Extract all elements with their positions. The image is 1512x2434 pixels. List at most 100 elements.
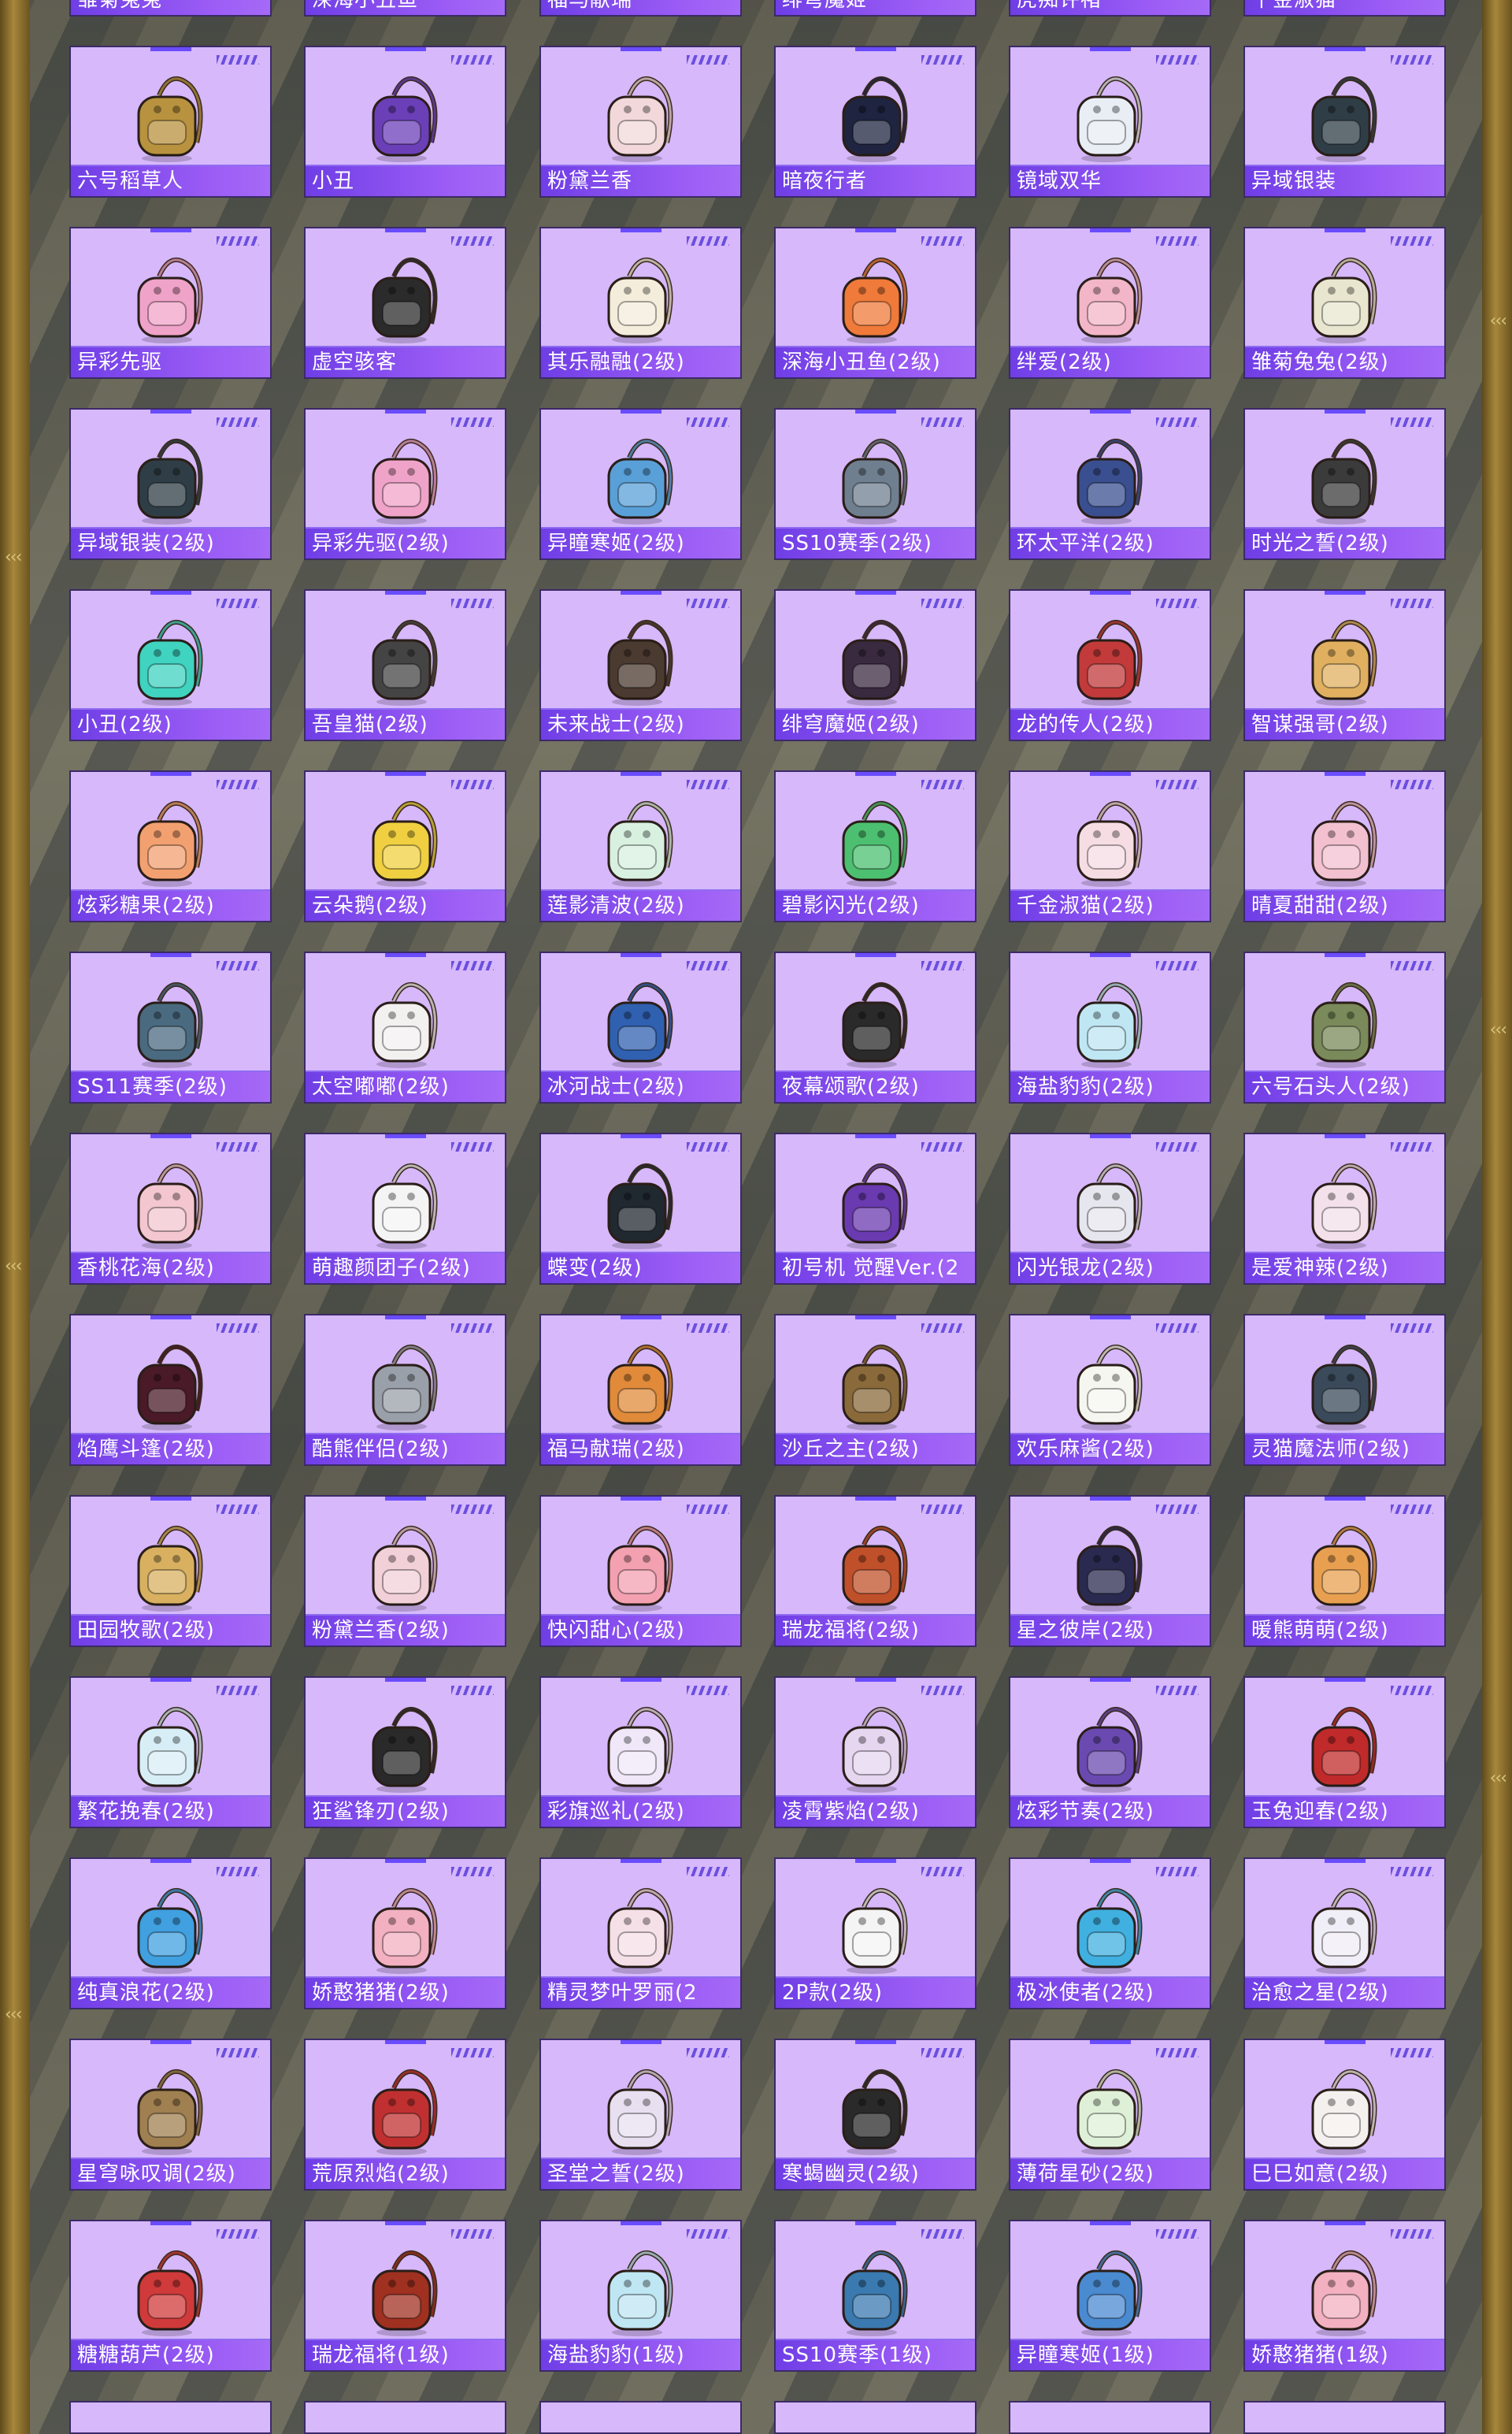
backpack-icon [128, 1521, 214, 1616]
backpack-name-label: 娇憨猪猪(1级) [1245, 2340, 1444, 2370]
backpack-card[interactable]: 凌霄紫焰(2级) [774, 1676, 976, 1828]
backpack-card[interactable]: 寒蝎幽灵(2级) [774, 2039, 976, 2191]
backpack-card[interactable]: 荒原烈焰(2级) [304, 2039, 506, 2191]
backpack-card-partial[interactable] [1009, 2401, 1211, 2434]
backpack-card[interactable]: 龙的传人(2级) [1009, 589, 1211, 741]
backpack-card[interactable]: 闪光银龙(2级) [1009, 1133, 1211, 1285]
backpack-card[interactable]: 异瞳寒姬(1级) [1009, 2220, 1211, 2372]
backpack-card[interactable]: 欢乐麻酱(2级) [1009, 1314, 1211, 1466]
backpack-card[interactable]: 星之彼岸(2级) [1009, 1495, 1211, 1647]
backpack-card[interactable]: 娇憨猪猪(2级) [304, 1857, 506, 2009]
backpack-card[interactable]: 六号石头人(2级) [1243, 952, 1446, 1104]
backpack-card[interactable]: 未来战士(2级) [539, 589, 742, 741]
backpack-card[interactable]: 瑞龙福将(2级) [774, 1495, 976, 1647]
backpack-card[interactable]: 异域银装 [1243, 46, 1446, 198]
backpack-card[interactable]: 深海小丑鱼 [304, 0, 506, 17]
backpack-card[interactable]: 时光之誓(2级) [1243, 408, 1446, 560]
backpack-card[interactable]: 千金淑猫 [1243, 0, 1446, 17]
backpack-card[interactable]: 异彩先驱(2级) [304, 408, 506, 560]
backpack-card[interactable]: 萌趣颜团子(2级) [304, 1133, 506, 1285]
backpack-card[interactable]: 海盐豹豹(2级) [1009, 952, 1211, 1104]
backpack-card-partial[interactable] [774, 2401, 976, 2434]
backpack-card[interactable]: 小丑 [304, 46, 506, 198]
backpack-card[interactable]: 星穹咏叹调(2级) [69, 2039, 272, 2191]
backpack-card[interactable]: 糖糖葫芦(2级) [69, 2220, 272, 2372]
backpack-card[interactable]: 焰鹰斗篷(2级) [69, 1314, 272, 1466]
backpack-card[interactable]: 暖熊萌萌(2级) [1243, 1495, 1446, 1647]
backpack-card[interactable]: 粉黛兰香(2级) [304, 1495, 506, 1647]
backpack-card[interactable]: 海盐豹豹(1级) [539, 2220, 742, 2372]
backpack-card[interactable]: 异彩先驱 [69, 227, 272, 379]
backpack-card[interactable]: 云朵鹅(2级) [304, 770, 506, 922]
backpack-card[interactable]: 圣堂之誓(2级) [539, 2039, 742, 2191]
backpack-card-partial[interactable] [1243, 2401, 1446, 2434]
backpack-card[interactable]: 彩旗巡礼(2级) [539, 1676, 742, 1828]
backpack-card[interactable]: 福马献瑞 [539, 0, 742, 17]
backpack-card[interactable]: 吾皇猫(2级) [304, 589, 506, 741]
backpack-card[interactable]: 酷熊伴侣(2级) [304, 1314, 506, 1466]
card-top-accent [1325, 953, 1366, 957]
backpack-icon [1067, 434, 1154, 529]
backpack-card[interactable]: 香桃花海(2级) [69, 1133, 272, 1285]
backpack-card[interactable]: 快闪甜心(2级) [539, 1495, 742, 1647]
backpack-card-partial[interactable] [304, 2401, 506, 2434]
backpack-card[interactable]: SS11赛季(2级) [69, 952, 272, 1104]
backpack-card[interactable]: 深海小丑鱼(2级) [774, 227, 976, 379]
backpack-card[interactable]: 绯穹魔姬 [774, 0, 976, 17]
backpack-card[interactable]: 智谋强哥(2级) [1243, 589, 1446, 741]
backpack-card[interactable]: SS10赛季(1级) [774, 2220, 976, 2372]
backpack-card[interactable]: 极冰使者(2级) [1009, 1857, 1211, 2009]
backpack-card[interactable]: 初号机 觉醒Ver.(2 [774, 1133, 976, 1285]
backpack-card[interactable]: 炫彩糖果(2级) [69, 770, 272, 922]
backpack-icon [1302, 1521, 1388, 1616]
backpack-card[interactable]: 灵猫魔法师(2级) [1243, 1314, 1446, 1466]
backpack-card[interactable]: 环太平洋(2级) [1009, 408, 1211, 560]
backpack-card[interactable]: 是爱神辣(2级) [1243, 1133, 1446, 1285]
backpack-card[interactable]: 绊爱(2级) [1009, 227, 1211, 379]
backpack-card[interactable]: 异瞳寒姬(2级) [539, 408, 742, 560]
backpack-card[interactable]: 巳巳如意(2级) [1243, 2039, 1446, 2191]
backpack-card[interactable]: 虚空骇客 [304, 227, 506, 379]
backpack-card[interactable]: 小丑(2级) [69, 589, 272, 741]
backpack-card[interactable]: 沙丘之主(2级) [774, 1314, 976, 1466]
backpack-card[interactable]: 绯穹魔姬(2级) [774, 589, 976, 741]
backpack-card[interactable]: SS10赛季(2级) [774, 408, 976, 560]
backpack-card[interactable]: 蝶变(2级) [539, 1133, 742, 1285]
backpack-card[interactable]: 碧影闪光(2级) [774, 770, 976, 922]
backpack-card[interactable]: 娇憨猪猪(1级) [1243, 2220, 1446, 2372]
backpack-name-label: 碧影闪光(2级) [776, 891, 975, 921]
backpack-card[interactable]: 晴夏甜甜(2级) [1243, 770, 1446, 922]
backpack-card[interactable]: 镜域双华 [1009, 46, 1211, 198]
backpack-card[interactable]: 玉兔迎春(2级) [1243, 1676, 1446, 1828]
backpack-card-partial[interactable] [69, 2401, 272, 2434]
backpack-card[interactable]: 治愈之星(2级) [1243, 1857, 1446, 2009]
backpack-card[interactable]: 暗夜行者 [774, 46, 976, 198]
backpack-card[interactable]: 田园牧歌(2级) [69, 1495, 272, 1647]
card-top-accent [855, 772, 897, 776]
backpack-card[interactable]: 夜幕颂歌(2级) [774, 952, 976, 1104]
backpack-card[interactable]: 狂鲨锋刃(2级) [304, 1676, 506, 1828]
backpack-card[interactable]: 太空嘟嘟(2级) [304, 952, 506, 1104]
backpack-card[interactable]: 瑞龙福将(1级) [304, 2220, 506, 2372]
backpack-card[interactable]: 莲影清波(2级) [539, 770, 742, 922]
backpack-card-partial[interactable] [539, 2401, 742, 2434]
backpack-card[interactable]: 2P款(2级) [774, 1857, 976, 2009]
card-top-accent [1090, 953, 1132, 957]
backpack-card[interactable]: 炫彩节奏(2级) [1009, 1676, 1211, 1828]
backpack-card[interactable]: 其乐融融(2级) [539, 227, 742, 379]
backpack-card[interactable]: 异域银装(2级) [69, 408, 272, 560]
backpack-card[interactable]: 薄荷星砂(2级) [1009, 2039, 1211, 2191]
backpack-card[interactable]: 雏菊兔兔 [69, 0, 272, 17]
backpack-card[interactable]: 精灵梦叶罗丽(2 [539, 1857, 742, 2009]
backpack-name-label: 香桃花海(2级) [71, 1253, 270, 1283]
backpack-card[interactable]: 冰河战士(2级) [539, 952, 742, 1104]
backpack-card[interactable]: 福马献瑞(2级) [539, 1314, 742, 1466]
backpack-icon [1067, 1883, 1154, 1978]
backpack-card[interactable]: 繁花挽春(2级) [69, 1676, 272, 1828]
backpack-card[interactable]: 千金淑猫(2级) [1009, 770, 1211, 922]
backpack-card[interactable]: 纯真浪花(2级) [69, 1857, 272, 2009]
backpack-card[interactable]: 虎痴许褚 [1009, 0, 1211, 17]
backpack-card[interactable]: 六号稻草人 [69, 46, 272, 198]
backpack-card[interactable]: 粉黛兰香 [539, 46, 742, 198]
backpack-card[interactable]: 雏菊兔兔(2级) [1243, 227, 1446, 379]
